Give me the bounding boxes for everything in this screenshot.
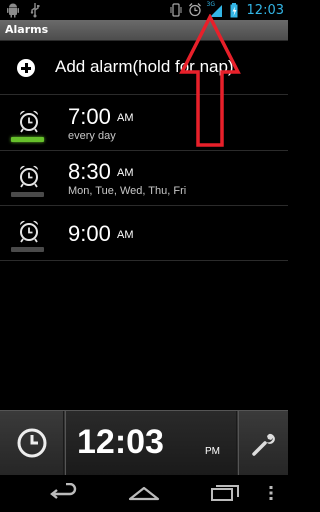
title-bar: Alarms (0, 20, 288, 41)
settings-button[interactable] (238, 411, 288, 476)
annotation-arrow (179, 14, 241, 147)
plus-icon (17, 59, 35, 77)
status-bar: 3G 12:03 (0, 0, 288, 20)
alarm-time: 9:00 (68, 221, 111, 246)
home-icon[interactable] (127, 483, 161, 503)
alarm-clock-icon[interactable] (17, 109, 41, 133)
menu-icon[interactable] (268, 483, 274, 503)
clock-icon (17, 428, 47, 458)
navigation-bar (0, 475, 288, 512)
digital-clock-time: 12:03 (77, 423, 164, 461)
alarm-ampm: AM (117, 167, 134, 179)
alarm-repeat-days: Mon, Tue, Wed, Thu, Fri (68, 185, 187, 197)
usb-icon (30, 3, 40, 18)
bottom-bar: 12:03 PM (0, 410, 288, 476)
alarm-list-item[interactable]: 7:00 AM every day (0, 96, 288, 151)
page-title: Alarms (5, 23, 49, 36)
status-bar-clock: 12:03 (246, 2, 284, 18)
alarm-list-item[interactable]: 8:30 AM Mon, Tue, Wed, Thu, Fri (0, 151, 288, 206)
alarm-clock-icon[interactable] (17, 219, 41, 243)
alarm-ampm: AM (117, 229, 134, 241)
alarm-enabled-indicator[interactable] (11, 192, 44, 197)
alarm-ampm: AM (117, 112, 134, 124)
digital-clock-display: 12:03 PM (65, 411, 237, 476)
back-icon[interactable] (48, 483, 80, 503)
alarm-enabled-indicator[interactable] (11, 247, 44, 252)
recent-apps-icon[interactable] (209, 483, 241, 503)
android-icon (7, 3, 19, 18)
alarm-time: 8:30 (68, 159, 111, 184)
wrench-icon (252, 433, 275, 456)
alarm-time: 7:00 (68, 104, 111, 129)
alarm-list-item[interactable]: 9:00 AM (0, 206, 288, 261)
digital-clock-ampm: PM (205, 446, 220, 457)
alarm-repeat-days: every day (68, 130, 116, 142)
add-alarm-button[interactable]: Add alarm(hold for nap) (0, 41, 288, 95)
alarm-enabled-indicator[interactable] (11, 137, 44, 142)
alarm-clock-icon[interactable] (17, 164, 41, 188)
clock-button[interactable] (0, 411, 64, 476)
